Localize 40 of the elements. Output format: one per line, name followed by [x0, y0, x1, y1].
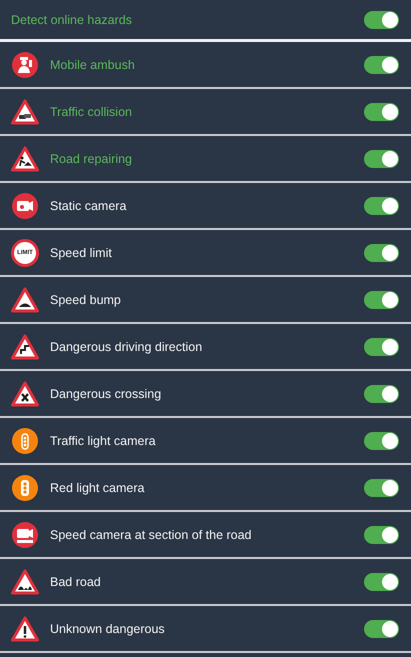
toggle-switch[interactable]	[364, 338, 399, 356]
toggle-switch[interactable]	[364, 478, 399, 496]
hazard-label: Unknown dangerous	[50, 622, 166, 636]
toggle-switch[interactable]	[364, 196, 399, 214]
hazard-label: Speed limit	[50, 246, 113, 260]
toggle-switch[interactable]	[364, 572, 399, 590]
police-icon	[11, 50, 39, 78]
hazard-label: Dangerous driving direction	[50, 340, 204, 354]
hazard-label: Bad road	[50, 574, 102, 588]
hazard-label: Traffic collision	[50, 104, 133, 118]
setting-label: Detect online hazards	[11, 12, 133, 26]
toggle-switch[interactable]	[364, 10, 399, 28]
hazard-label: Road repairing	[50, 152, 133, 166]
speed-bump-icon	[11, 286, 39, 312]
hazard-label: Mobile ambush	[50, 58, 136, 72]
hazard-label: Traffic light camera	[50, 434, 157, 448]
camera-icon	[11, 520, 39, 548]
toggle-switch[interactable]	[364, 244, 399, 262]
toggle-switch[interactable]	[364, 384, 399, 402]
toggle-switch[interactable]	[364, 102, 399, 120]
toggle-switch[interactable]	[364, 290, 399, 308]
traffic-light-icon	[11, 474, 39, 502]
toggle-switch[interactable]	[364, 56, 399, 74]
hazard-label: Speed camera at section of the road	[50, 528, 253, 542]
traffic-light-icon	[11, 426, 39, 454]
hazard-label: Static camera	[50, 198, 128, 212]
crossing-icon	[11, 380, 39, 406]
toggle-switch[interactable]	[364, 150, 399, 168]
warning-icon	[11, 616, 39, 642]
toggle-switch[interactable]	[364, 432, 399, 450]
hazard-label: Dangerous crossing	[50, 386, 162, 400]
toggle-switch[interactable]	[364, 526, 399, 544]
curve-icon	[11, 334, 39, 360]
roadwork-icon	[11, 146, 39, 172]
camera-icon	[11, 192, 39, 220]
hazard-label: Speed bump	[50, 292, 122, 306]
toggle-switch[interactable]	[364, 620, 399, 638]
collision-icon	[11, 98, 39, 124]
hazard-label: Red light camera	[50, 480, 146, 494]
bad-road-icon	[11, 568, 39, 594]
